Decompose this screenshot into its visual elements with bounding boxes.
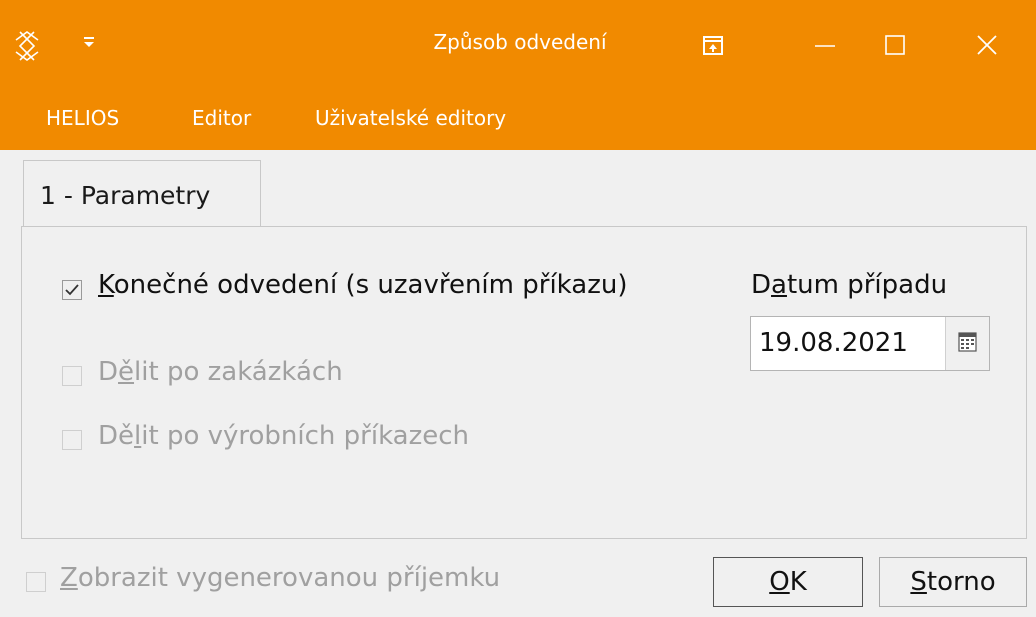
- case-date-value[interactable]: 19.08.2021: [759, 328, 908, 358]
- maximize-icon: [885, 35, 905, 55]
- split-by-orders-text: lit po zakázkách: [134, 357, 343, 387]
- split-by-production-checkbox[interactable]: [62, 430, 82, 450]
- case-date-label: Datum případu: [751, 270, 947, 300]
- ok-button[interactable]: OK: [713, 557, 863, 607]
- calendar-button[interactable]: [945, 317, 989, 370]
- close-button[interactable]: [952, 20, 1022, 72]
- split-by-orders-checkbox[interactable]: [62, 366, 82, 386]
- show-receipt-checkbox[interactable]: [26, 572, 46, 592]
- split-by-production-prefix: Dě: [98, 421, 135, 451]
- restore-panel-button[interactable]: [678, 20, 748, 72]
- split-by-orders-prefix: D: [98, 357, 119, 387]
- split-by-production-label: Dělit po výrobních příkazech: [98, 421, 469, 451]
- split-by-production-text: it po výrobních příkazech: [141, 421, 470, 451]
- calendar-icon: [958, 332, 977, 352]
- split-by-orders-mnemonic: ě: [118, 357, 135, 387]
- final-transfer-checkbox[interactable]: [62, 280, 82, 300]
- final-transfer-mnemonic: K: [98, 270, 114, 300]
- tab-parameters-label: 1 - Parametry: [40, 181, 211, 210]
- cancel-text: torno: [926, 567, 996, 597]
- checkmark-icon: [65, 284, 79, 296]
- final-transfer-text: onečné odvedení (s uzavřením příkazu): [113, 270, 628, 300]
- show-receipt-text: obrazit vygenerovanou příjemku: [77, 563, 501, 593]
- ok-mnemonic: O: [769, 567, 790, 597]
- case-date-mnemonic: a: [771, 270, 787, 300]
- cancel-mnemonic: S: [910, 567, 927, 597]
- menu-item-editor[interactable]: Editor: [192, 106, 251, 130]
- minimize-icon: [815, 45, 835, 47]
- restore-panel-icon: [703, 36, 723, 55]
- case-date-label-prefix: D: [751, 270, 772, 300]
- tab-parameters[interactable]: 1 - Parametry: [23, 160, 261, 228]
- ok-text: K: [789, 567, 807, 597]
- window-title: Způsob odvedení: [433, 30, 607, 54]
- maximize-button[interactable]: [860, 20, 930, 72]
- case-date-label-text: tum případu: [786, 270, 948, 300]
- show-receipt-label: Zobrazit vygenerovanou příjemku: [60, 563, 500, 593]
- close-icon: [977, 35, 997, 55]
- menu-item-helios[interactable]: HELIOS: [46, 106, 119, 130]
- title-bar: Způsob odvedení HELIOS Editor Uživatelsk…: [0, 0, 1036, 150]
- split-by-orders-label: Dělit po zakázkách: [98, 357, 343, 387]
- show-receipt-mnemonic: Z: [60, 563, 78, 593]
- menu-item-user-editors[interactable]: Uživatelské editory: [315, 106, 506, 130]
- helios-logo-icon[interactable]: [12, 28, 42, 64]
- case-date-field[interactable]: 19.08.2021: [750, 316, 990, 371]
- minimize-button[interactable]: [790, 20, 860, 72]
- final-transfer-label[interactable]: Konečné odvedení (s uzavřením příkazu): [98, 270, 627, 300]
- cancel-button[interactable]: Storno: [879, 557, 1027, 607]
- quick-access-dropdown-icon[interactable]: [80, 32, 98, 52]
